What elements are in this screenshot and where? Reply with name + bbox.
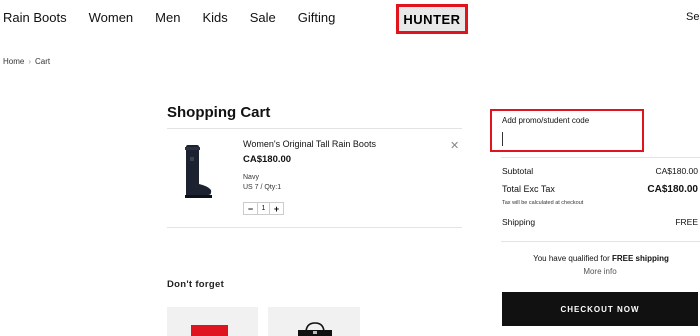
more-info-link[interactable]: More info: [501, 267, 699, 276]
red-product-shape: [191, 325, 228, 336]
nav-link-men[interactable]: Men: [155, 10, 180, 25]
product-price: CA$180.00: [243, 154, 292, 165]
divider: [167, 128, 462, 129]
breadcrumb-home[interactable]: Home: [3, 57, 24, 66]
nav-link-rain-boots[interactable]: Rain Boots: [3, 10, 67, 25]
breadcrumb: Home › Cart: [3, 57, 50, 66]
decrement-button[interactable]: −: [244, 203, 257, 214]
promo-code-label: Add promo/student code: [502, 116, 590, 125]
logo-text: HUNTER: [403, 11, 461, 27]
divider: [167, 227, 462, 228]
nav-links: Rain Boots Women Men Kids Sale Gifting: [3, 10, 357, 25]
checkout-button[interactable]: CHECKOUT NOW: [502, 292, 698, 326]
quantity-value: 1: [257, 203, 270, 214]
recommended-product-image[interactable]: [268, 307, 360, 336]
total-value: CA$180.00: [647, 184, 698, 195]
subtotal-value: CA$180.00: [655, 166, 698, 176]
page-title: Shopping Cart: [167, 104, 271, 121]
close-icon[interactable]: ✕: [450, 139, 459, 152]
divider: [501, 157, 700, 158]
quantity-stepper: − 1 +: [243, 202, 284, 215]
product-size-qty: US 7 / Qty:1: [243, 184, 282, 191]
shipping-row: Shipping FREE: [502, 217, 698, 227]
bag-icon: [298, 322, 332, 336]
tax-note: Tax will be calculated at checkout: [502, 200, 584, 206]
product-image[interactable]: [178, 143, 218, 201]
shipping-label: Shipping: [502, 217, 536, 227]
nav-link-kids[interactable]: Kids: [202, 10, 227, 25]
product-name[interactable]: Women's Original Tall Rain Boots: [243, 139, 376, 149]
promo-code-box: Add promo/student code: [490, 109, 644, 152]
shipping-value: FREE: [675, 217, 698, 227]
top-nav: Rain Boots Women Men Kids Sale Gifting H…: [0, 0, 700, 38]
product-color: Navy: [243, 174, 259, 181]
subtotal-row: Subtotal CA$180.00: [502, 166, 698, 176]
qualified-text: You have qualified for: [533, 254, 612, 263]
subtotal-label: Subtotal: [502, 166, 534, 176]
nav-link-sale[interactable]: Sale: [250, 10, 276, 25]
divider: [501, 241, 700, 242]
total-label: Total Exc Tax: [502, 184, 555, 194]
dont-forget-title: Don't forget: [167, 279, 225, 290]
breadcrumb-current: Cart: [35, 57, 51, 66]
qualified-bold: FREE shipping: [611, 254, 669, 263]
search-link[interactable]: Se: [686, 11, 699, 23]
hunter-logo[interactable]: HUNTER: [396, 4, 468, 34]
nav-link-gifting[interactable]: Gifting: [298, 10, 336, 25]
total-row: Total Exc Tax CA$180.00: [502, 184, 698, 195]
breadcrumb-separator: ›: [28, 57, 32, 66]
recommended-product-image[interactable]: [167, 307, 258, 336]
promo-code-input[interactable]: [502, 132, 632, 146]
nav-link-women[interactable]: Women: [89, 10, 134, 25]
increment-button[interactable]: +: [270, 203, 283, 214]
free-shipping-message: You have qualified for FREE shipping: [501, 254, 700, 263]
